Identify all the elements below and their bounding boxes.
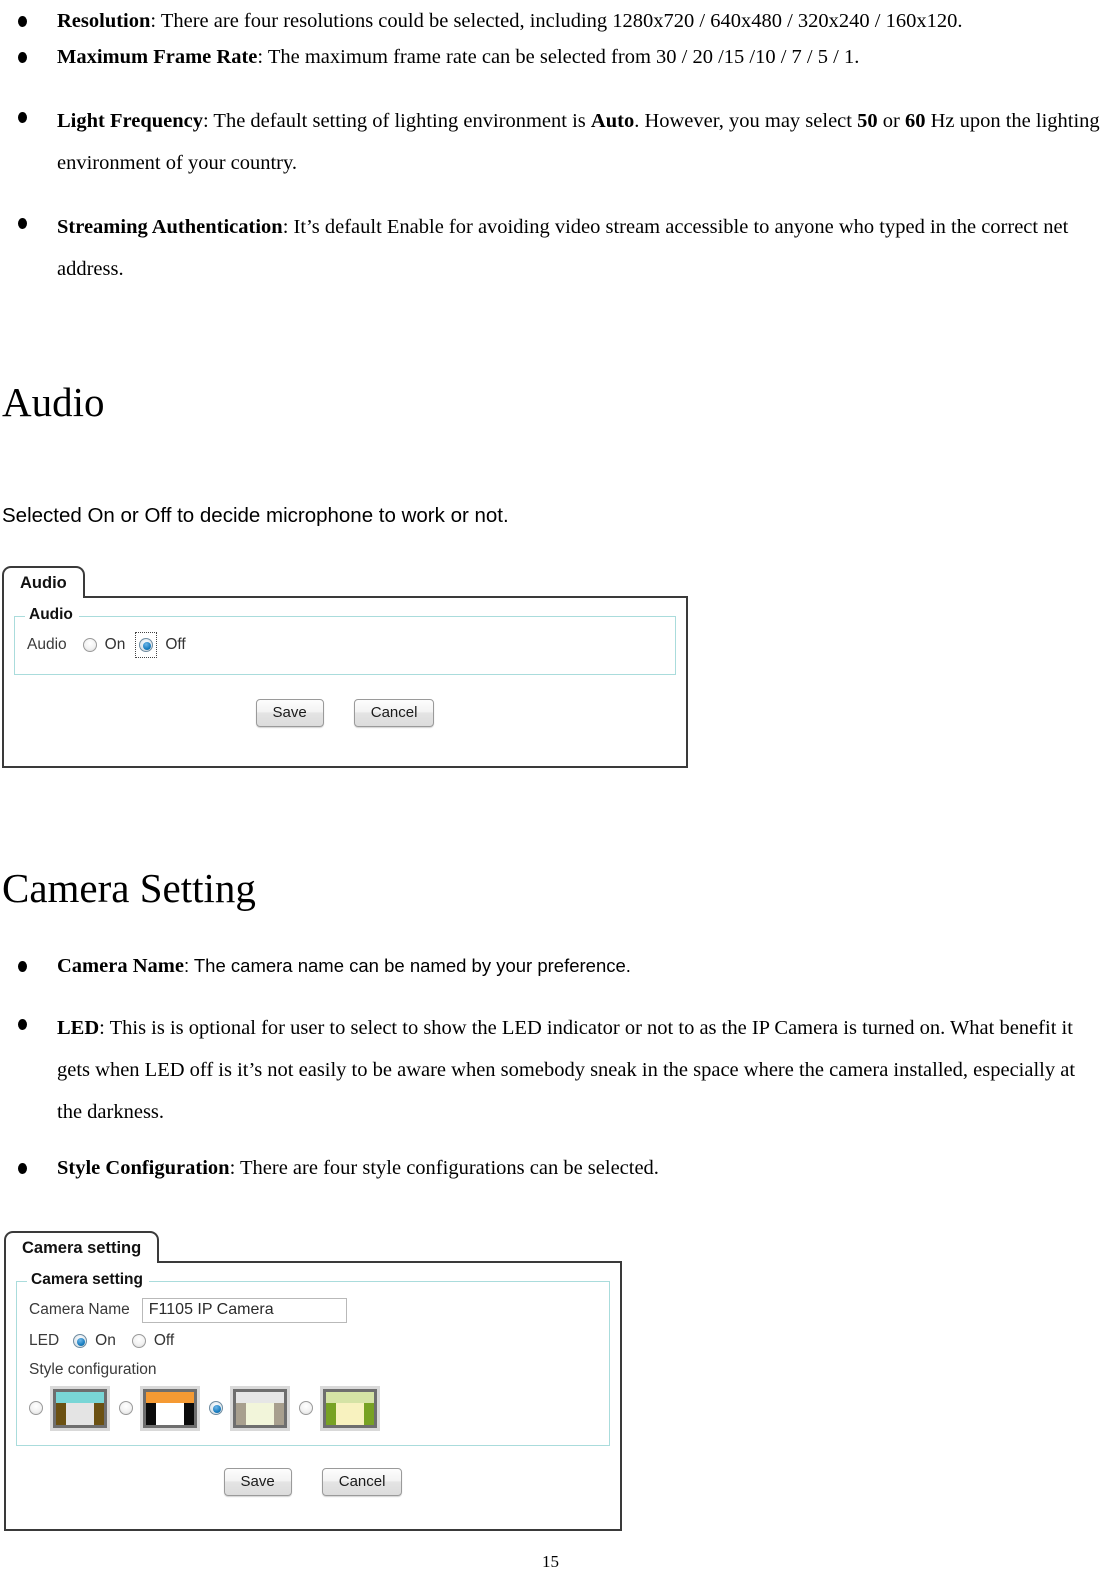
camera-save-button[interactable]: Save	[223, 1467, 292, 1497]
style-radio-2[interactable]	[119, 1401, 133, 1416]
camera-name-row: Camera Name	[29, 1297, 597, 1323]
page-number: 15	[542, 1552, 559, 1571]
style-option-2[interactable]	[119, 1385, 200, 1431]
style-configuration-label: Style configuration	[29, 1360, 157, 1378]
camera-fieldset-legend: Camera setting	[27, 1270, 149, 1289]
style-3-side-left	[236, 1402, 246, 1425]
led-row: LED On Off	[29, 1332, 597, 1350]
audio-fieldset-legend: Audio	[25, 605, 79, 624]
style-radio-3[interactable]	[209, 1401, 223, 1416]
style-1-side-left	[56, 1402, 66, 1425]
camera-settings-panel: Camera setting Camera setting Camera Nam…	[4, 1231, 622, 1531]
camera-panel-body: Camera setting Camera Name LED On Off St…	[4, 1260, 622, 1531]
camera-setting-section: Camera Setting Camera Name: The camera n…	[0, 868, 1101, 1185]
audio-cancel-button[interactable]: Cancel	[353, 698, 435, 728]
bullet-text: : There are four style configurations ca…	[229, 1157, 659, 1179]
tab-camera-setting[interactable]: Camera setting	[4, 1231, 160, 1263]
style-radio-1[interactable]	[29, 1401, 43, 1416]
audio-settings-panel: Audio Audio Audio On Off Save Cancel	[2, 566, 688, 768]
led-radio-off-label: Off	[153, 1331, 175, 1349]
camera-button-row: Save Cancel	[6, 1456, 620, 1511]
style-thumbnail-row	[29, 1385, 597, 1431]
led-label: LED	[29, 1331, 60, 1349]
camera-name-label: Camera Name	[29, 1301, 130, 1319]
bullet-text-part: : The default setting of lighting enviro…	[202, 110, 591, 132]
bullet-term: LED	[57, 1017, 100, 1039]
bullet-text: : There are four resolutions could be se…	[150, 10, 963, 32]
camera-fieldset: Camera setting Camera Name LED On Off St…	[16, 1270, 610, 1446]
audio-button-row: Save Cancel	[4, 685, 686, 742]
bullet-term: Resolution	[57, 10, 151, 32]
style-4-side-right	[364, 1402, 374, 1425]
bullet-led: LED: This is is optional for user to sel…	[0, 1007, 1101, 1133]
camera-cancel-button[interactable]: Cancel	[321, 1467, 403, 1497]
audio-radio-on-label: On	[104, 635, 126, 653]
bullet-text-part: . However, you may select	[634, 110, 858, 132]
page-title-audio: Audio	[2, 379, 105, 425]
style-thumbnail-3[interactable]	[230, 1385, 290, 1431]
bullet-camera-name: Camera Name: The camera name can be name…	[0, 949, 1101, 983]
bullet-resolution: Resolution: There are four resolutions c…	[0, 4, 1101, 38]
led-radio-on-label: On	[95, 1331, 116, 1349]
led-radio-on[interactable]	[73, 1333, 88, 1348]
style-4-side-left	[326, 1402, 336, 1425]
style-configuration-group: Style configuration	[29, 1361, 597, 1431]
style-2-side-left	[146, 1402, 156, 1425]
audio-field-label: Audio	[27, 635, 67, 653]
bullet-emph-50: 50	[857, 110, 878, 132]
camera-name-input[interactable]	[141, 1297, 347, 1323]
style-thumbnail-4[interactable]	[320, 1385, 380, 1431]
style-1-topbar	[56, 1391, 104, 1403]
audio-radio-off-label: Off	[165, 635, 186, 653]
style-2-topbar	[146, 1391, 194, 1403]
bullet-light-frequency: Light Frequency: The default setting of …	[0, 100, 1101, 184]
style-4-topbar	[326, 1391, 374, 1403]
bullet-emph-60: 60	[904, 110, 926, 132]
style-3-center	[245, 1402, 275, 1425]
style-1-center	[65, 1402, 95, 1425]
led-radio-off[interactable]	[131, 1333, 146, 1348]
bullet-emph-auto: Auto	[590, 110, 635, 132]
bullet-streaming-authentication: Streaming Authentication: It’s default E…	[0, 206, 1101, 290]
style-2-side-right	[184, 1402, 194, 1425]
style-thumbnail-1[interactable]	[50, 1385, 110, 1431]
document-body: Resolution: There are four resolutions c…	[0, 0, 1101, 531]
style-1-side-right	[94, 1402, 104, 1425]
style-3-side-right	[274, 1402, 284, 1425]
audio-option-row: Audio On Off	[27, 631, 663, 658]
bullet-term: Style Configuration	[57, 1157, 230, 1179]
audio-intro-text: Selected On or Off to decide microphone …	[2, 504, 509, 527]
style-thumbnail-2[interactable]	[140, 1385, 200, 1431]
audio-radio-off-focus	[135, 631, 158, 658]
audio-panel-body: Audio Audio On Off Save Cancel	[2, 595, 688, 768]
style-option-1[interactable]	[29, 1385, 110, 1431]
style-option-4[interactable]	[299, 1385, 380, 1431]
bullet-max-frame-rate: Maximum Frame Rate: The maximum frame ra…	[0, 40, 1101, 74]
tab-audio[interactable]: Audio	[2, 566, 85, 598]
audio-save-button[interactable]: Save	[255, 698, 324, 728]
audio-radio-on[interactable]	[82, 637, 97, 652]
bullet-text: : This is is optional for user to select…	[57, 1017, 1076, 1123]
style-radio-4[interactable]	[299, 1401, 313, 1416]
style-3-topbar	[236, 1391, 284, 1403]
style-2-center	[155, 1402, 185, 1425]
bullet-term: Camera Name	[57, 955, 184, 977]
bullet-term: Light Frequency	[57, 110, 203, 132]
bullet-term: Maximum Frame Rate	[57, 46, 258, 68]
bullet-text: : The camera name can be named by your p…	[183, 955, 631, 976]
bullet-text: : The maximum frame rate can be selected…	[257, 46, 860, 68]
page-title-camera-setting: Camera Setting	[2, 865, 256, 911]
bullet-list-camera-settings: Camera Name: The camera name can be name…	[0, 949, 1101, 1185]
style-4-center	[335, 1402, 365, 1425]
bullet-list-video-settings: Resolution: There are four resolutions c…	[0, 4, 1101, 290]
audio-radio-off[interactable]	[139, 637, 154, 652]
bullet-text-part: or	[877, 110, 905, 132]
audio-fieldset: Audio Audio On Off	[14, 605, 676, 675]
bullet-term: Streaming Authentication	[57, 216, 283, 238]
bullet-style-configuration: Style Configuration: There are four styl…	[0, 1151, 1101, 1185]
style-option-3[interactable]	[209, 1385, 290, 1431]
